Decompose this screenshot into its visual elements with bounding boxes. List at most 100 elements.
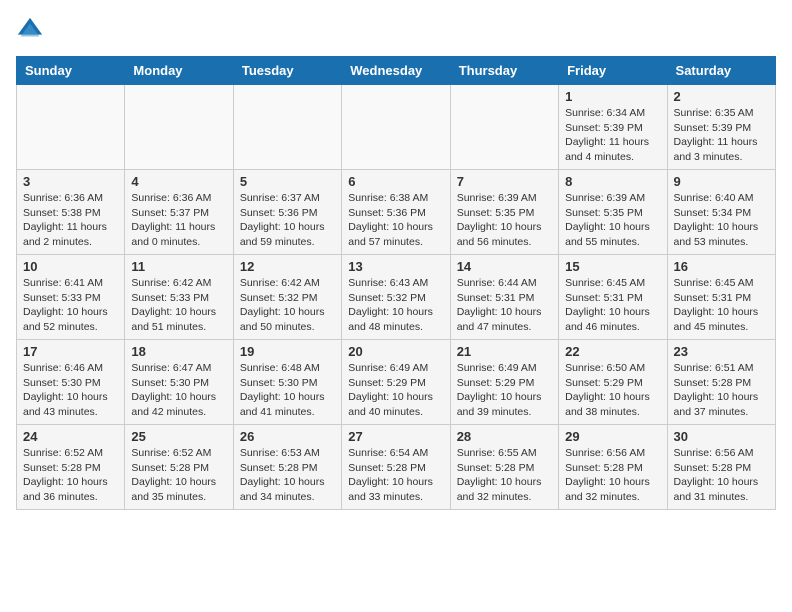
calendar-cell: 29 Sunrise: 6:56 AM Sunset: 5:28 PM Dayli… [559, 425, 667, 510]
calendar-cell: 16 Sunrise: 6:45 AM Sunset: 5:31 PM Dayli… [667, 255, 775, 340]
day-number: 11 [131, 259, 226, 274]
calendar-cell: 11 Sunrise: 6:42 AM Sunset: 5:33 PM Dayli… [125, 255, 233, 340]
day-info: Sunrise: 6:50 AM Sunset: 5:29 PM Dayligh… [565, 361, 660, 420]
day-info: Sunrise: 6:52 AM Sunset: 5:28 PM Dayligh… [131, 446, 226, 505]
calendar-header-row: SundayMondayTuesdayWednesdayThursdayFrid… [17, 57, 776, 85]
day-number: 10 [23, 259, 118, 274]
calendar-week-row: 24 Sunrise: 6:52 AM Sunset: 5:28 PM Dayli… [17, 425, 776, 510]
day-number: 28 [457, 429, 552, 444]
calendar-day-header: Tuesday [233, 57, 341, 85]
day-info: Sunrise: 6:39 AM Sunset: 5:35 PM Dayligh… [565, 191, 660, 250]
calendar-cell [450, 85, 558, 170]
day-info: Sunrise: 6:39 AM Sunset: 5:35 PM Dayligh… [457, 191, 552, 250]
day-number: 17 [23, 344, 118, 359]
day-info: Sunrise: 6:51 AM Sunset: 5:28 PM Dayligh… [674, 361, 769, 420]
calendar-cell: 7 Sunrise: 6:39 AM Sunset: 5:35 PM Daylig… [450, 170, 558, 255]
day-number: 4 [131, 174, 226, 189]
day-info: Sunrise: 6:46 AM Sunset: 5:30 PM Dayligh… [23, 361, 118, 420]
calendar-cell: 22 Sunrise: 6:50 AM Sunset: 5:29 PM Dayli… [559, 340, 667, 425]
day-number: 13 [348, 259, 443, 274]
day-number: 20 [348, 344, 443, 359]
calendar-week-row: 3 Sunrise: 6:36 AM Sunset: 5:38 PM Daylig… [17, 170, 776, 255]
day-number: 19 [240, 344, 335, 359]
day-info: Sunrise: 6:52 AM Sunset: 5:28 PM Dayligh… [23, 446, 118, 505]
day-info: Sunrise: 6:34 AM Sunset: 5:39 PM Dayligh… [565, 106, 660, 165]
calendar-cell: 13 Sunrise: 6:43 AM Sunset: 5:32 PM Dayli… [342, 255, 450, 340]
calendar-day-header: Monday [125, 57, 233, 85]
day-number: 25 [131, 429, 226, 444]
day-number: 5 [240, 174, 335, 189]
day-number: 14 [457, 259, 552, 274]
calendar-day-header: Saturday [667, 57, 775, 85]
day-info: Sunrise: 6:49 AM Sunset: 5:29 PM Dayligh… [457, 361, 552, 420]
day-number: 21 [457, 344, 552, 359]
logo-icon [16, 16, 44, 44]
day-number: 27 [348, 429, 443, 444]
calendar-cell: 25 Sunrise: 6:52 AM Sunset: 5:28 PM Dayli… [125, 425, 233, 510]
day-number: 7 [457, 174, 552, 189]
calendar-cell: 27 Sunrise: 6:54 AM Sunset: 5:28 PM Dayli… [342, 425, 450, 510]
calendar-cell: 9 Sunrise: 6:40 AM Sunset: 5:34 PM Daylig… [667, 170, 775, 255]
day-info: Sunrise: 6:35 AM Sunset: 5:39 PM Dayligh… [674, 106, 769, 165]
day-info: Sunrise: 6:56 AM Sunset: 5:28 PM Dayligh… [565, 446, 660, 505]
day-number: 3 [23, 174, 118, 189]
day-number: 1 [565, 89, 660, 104]
calendar-cell: 18Sunrise: 6:47 AM Sunset: 5:30 PM Dayli… [125, 340, 233, 425]
day-number: 24 [23, 429, 118, 444]
day-number: 8 [565, 174, 660, 189]
calendar-cell: 6Sunrise: 6:38 AM Sunset: 5:36 PM Daylig… [342, 170, 450, 255]
calendar-cell: 30 Sunrise: 6:56 AM Sunset: 5:28 PM Dayli… [667, 425, 775, 510]
day-number: 22 [565, 344, 660, 359]
day-number: 30 [674, 429, 769, 444]
calendar-cell: 14 Sunrise: 6:44 AM Sunset: 5:31 PM Dayli… [450, 255, 558, 340]
calendar-cell [342, 85, 450, 170]
calendar-cell: 26 Sunrise: 6:53 AM Sunset: 5:28 PM Dayli… [233, 425, 341, 510]
day-info: Sunrise: 6:56 AM Sunset: 5:28 PM Dayligh… [674, 446, 769, 505]
calendar-cell: 23 Sunrise: 6:51 AM Sunset: 5:28 PM Dayli… [667, 340, 775, 425]
calendar-cell: 2 Sunrise: 6:35 AM Sunset: 5:39 PM Daylig… [667, 85, 775, 170]
calendar-cell: 19 Sunrise: 6:48 AM Sunset: 5:30 PM Dayli… [233, 340, 341, 425]
day-info: Sunrise: 6:48 AM Sunset: 5:30 PM Dayligh… [240, 361, 335, 420]
calendar-cell [17, 85, 125, 170]
day-info: Sunrise: 6:40 AM Sunset: 5:34 PM Dayligh… [674, 191, 769, 250]
day-info: Sunrise: 6:43 AM Sunset: 5:32 PM Dayligh… [348, 276, 443, 335]
day-number: 29 [565, 429, 660, 444]
day-number: 6 [348, 174, 443, 189]
day-info: Sunrise: 6:54 AM Sunset: 5:28 PM Dayligh… [348, 446, 443, 505]
day-info: Sunrise: 6:44 AM Sunset: 5:31 PM Dayligh… [457, 276, 552, 335]
day-number: 15 [565, 259, 660, 274]
calendar-cell: 4 Sunrise: 6:36 AM Sunset: 5:37 PM Daylig… [125, 170, 233, 255]
day-number: 2 [674, 89, 769, 104]
calendar-day-header: Friday [559, 57, 667, 85]
day-number: 12 [240, 259, 335, 274]
day-info: Sunrise: 6:36 AM Sunset: 5:38 PM Dayligh… [23, 191, 118, 250]
calendar-day-header: Wednesday [342, 57, 450, 85]
day-info: Sunrise: 6:53 AM Sunset: 5:28 PM Dayligh… [240, 446, 335, 505]
day-info: Sunrise: 6:45 AM Sunset: 5:31 PM Dayligh… [674, 276, 769, 335]
day-number: 9 [674, 174, 769, 189]
day-info: Sunrise: 6:36 AM Sunset: 5:37 PM Dayligh… [131, 191, 226, 250]
logo [16, 16, 48, 44]
calendar-week-row: 1 Sunrise: 6:34 AM Sunset: 5:39 PM Daylig… [17, 85, 776, 170]
calendar-cell: 20 Sunrise: 6:49 AM Sunset: 5:29 PM Dayli… [342, 340, 450, 425]
day-number: 23 [674, 344, 769, 359]
calendar-week-row: 17 Sunrise: 6:46 AM Sunset: 5:30 PM Dayli… [17, 340, 776, 425]
day-info: Sunrise: 6:49 AM Sunset: 5:29 PM Dayligh… [348, 361, 443, 420]
day-info: Sunrise: 6:37 AM Sunset: 5:36 PM Dayligh… [240, 191, 335, 250]
calendar-cell: 10Sunrise: 6:41 AM Sunset: 5:33 PM Dayli… [17, 255, 125, 340]
calendar-day-header: Thursday [450, 57, 558, 85]
day-info: Sunrise: 6:42 AM Sunset: 5:33 PM Dayligh… [131, 276, 226, 335]
calendar-cell: 24 Sunrise: 6:52 AM Sunset: 5:28 PM Dayli… [17, 425, 125, 510]
day-number: 26 [240, 429, 335, 444]
calendar-cell: 1 Sunrise: 6:34 AM Sunset: 5:39 PM Daylig… [559, 85, 667, 170]
calendar-cell: 12Sunrise: 6:42 AM Sunset: 5:32 PM Dayli… [233, 255, 341, 340]
calendar-cell: 17 Sunrise: 6:46 AM Sunset: 5:30 PM Dayli… [17, 340, 125, 425]
day-info: Sunrise: 6:55 AM Sunset: 5:28 PM Dayligh… [457, 446, 552, 505]
day-number: 16 [674, 259, 769, 274]
calendar-cell: 5 Sunrise: 6:37 AM Sunset: 5:36 PM Daylig… [233, 170, 341, 255]
day-number: 18 [131, 344, 226, 359]
calendar-cell: 15Sunrise: 6:45 AM Sunset: 5:31 PM Dayli… [559, 255, 667, 340]
calendar-cell: 3 Sunrise: 6:36 AM Sunset: 5:38 PM Daylig… [17, 170, 125, 255]
calendar-cell: 8 Sunrise: 6:39 AM Sunset: 5:35 PM Daylig… [559, 170, 667, 255]
calendar-cell: 28 Sunrise: 6:55 AM Sunset: 5:28 PM Dayli… [450, 425, 558, 510]
